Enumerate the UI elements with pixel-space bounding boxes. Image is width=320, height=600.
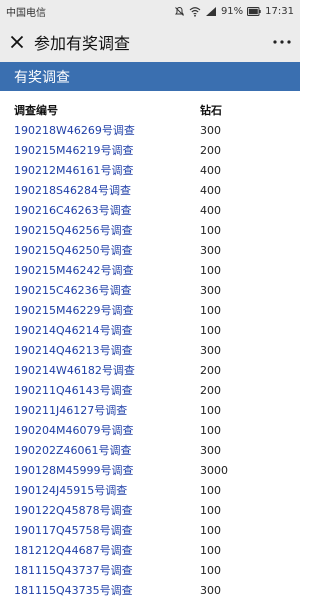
survey-link[interactable]: 190215M46229号调查 — [14, 302, 200, 318]
diamond-value: 300 — [200, 343, 221, 357]
diamond-value: 200 — [200, 383, 221, 397]
table-row: 190211J46127号调查 100 — [14, 400, 294, 420]
diamond-value: 400 — [200, 183, 221, 197]
diamond-value: 100 — [200, 403, 221, 417]
diamond-value: 100 — [200, 223, 221, 237]
column-header-diamonds: 钻石 — [200, 104, 222, 117]
diamond-value: 100 — [200, 303, 221, 317]
carrier-label: 中国电信 — [6, 7, 46, 19]
diamond-value: 100 — [200, 423, 221, 437]
survey-link[interactable]: 181212Q44687号调查 — [14, 542, 200, 558]
survey-link[interactable]: 190202Z46061号调查 — [14, 442, 200, 458]
survey-link[interactable]: 190215Q46250号调查 — [14, 242, 200, 258]
table-row: 190214Q46214号调查 100 — [14, 320, 294, 340]
table-row: 190216C46263号调查 400 — [14, 200, 294, 220]
diamond-value: 300 — [200, 123, 221, 137]
survey-link[interactable]: 190211J46127号调查 — [14, 402, 200, 418]
table-row: 190128M45999号调查 3000 — [14, 460, 294, 480]
diamond-value: 100 — [200, 503, 221, 517]
diamond-value: 100 — [200, 543, 221, 557]
diamond-value: 400 — [200, 163, 221, 177]
close-icon — [10, 35, 24, 49]
survey-link[interactable]: 190212M46161号调查 — [14, 162, 200, 178]
survey-link[interactable]: 190215M46242号调查 — [14, 262, 200, 278]
table-row: 181212Q44687号调查 100 — [14, 540, 294, 560]
table-row: 190122Q45878号调查 100 — [14, 500, 294, 520]
table-row: 181115Q43737号调查 100 — [14, 560, 294, 580]
survey-link[interactable]: 190122Q45878号调查 — [14, 502, 200, 518]
survey-link[interactable]: 190215C46236号调查 — [14, 282, 200, 298]
table-row: 190124J45915号调查 100 — [14, 480, 294, 500]
nav-bar: 参加有奖调查 — [0, 22, 300, 62]
table-row: 190215Q46256号调查 100 — [14, 220, 294, 240]
diamond-value: 100 — [200, 483, 221, 497]
more-icon — [273, 40, 291, 44]
table-row: 190117Q45758号调查 100 — [14, 520, 294, 540]
battery-percent: 91% — [220, 5, 244, 17]
table-row: 190204M46079号调查 100 — [14, 420, 294, 440]
table-row: 181115Q43735号调查 300 — [14, 580, 294, 600]
table-row: 190215M46242号调查 100 — [14, 260, 294, 280]
page-title: 参加有奖调查 — [34, 34, 131, 53]
diamond-value: 100 — [200, 323, 221, 337]
status-bar: 中国电信 91% 17:31 — [0, 0, 300, 22]
survey-link[interactable]: 181115Q43737号调查 — [14, 562, 200, 578]
survey-link[interactable]: 181115Q43735号调查 — [14, 582, 200, 598]
survey-table: 调查编号 钻石 190218W46269号调查 300 190215M46219号… — [14, 100, 294, 600]
signal-icon — [205, 6, 216, 16]
diamond-value: 300 — [200, 243, 221, 257]
survey-link[interactable]: 190214Q46214号调查 — [14, 322, 200, 338]
table-row: 190211Q46143号调查 200 — [14, 380, 294, 400]
survey-link[interactable]: 190204M46079号调查 — [14, 422, 200, 438]
diamond-value: 100 — [200, 523, 221, 537]
column-header-id: 调查编号 — [14, 104, 58, 117]
table-row: 190214Q46213号调查 300 — [14, 340, 294, 360]
mute-icon — [175, 6, 184, 16]
battery-icon — [247, 6, 261, 16]
survey-link[interactable]: 190211Q46143号调查 — [14, 382, 200, 398]
clock: 17:31 — [265, 5, 294, 17]
diamond-value: 100 — [200, 563, 221, 577]
table-row: 190218W46269号调查 300 — [14, 120, 294, 140]
survey-link[interactable]: 190214W46182号调查 — [14, 362, 200, 378]
table-row: 190212M46161号调查 400 — [14, 160, 294, 180]
diamond-value: 300 — [200, 583, 221, 597]
survey-link[interactable]: 190128M45999号调查 — [14, 462, 200, 478]
survey-link[interactable]: 190215Q46256号调查 — [14, 222, 200, 238]
diamond-value: 300 — [200, 443, 221, 457]
table-row: 190202Z46061号调查 300 — [14, 440, 294, 460]
wifi-icon — [189, 6, 201, 17]
table-row: 190218S46284号调查 400 — [14, 180, 294, 200]
diamond-value: 300 — [200, 283, 221, 297]
table-row: 190215Q46250号调查 300 — [14, 240, 294, 260]
table-row: 190215C46236号调查 300 — [14, 280, 294, 300]
survey-link[interactable]: 190124J45915号调查 — [14, 482, 200, 498]
diamond-value: 100 — [200, 263, 221, 277]
survey-link[interactable]: 190218W46269号调查 — [14, 122, 200, 138]
table-row: 190214W46182号调查 200 — [14, 360, 294, 380]
table-row: 190215M46229号调查 100 — [14, 300, 294, 320]
close-button[interactable] — [0, 22, 34, 62]
table-header-row: 调查编号 钻石 — [14, 100, 294, 120]
survey-link[interactable]: 190117Q45758号调查 — [14, 522, 200, 538]
diamond-value: 200 — [200, 363, 221, 377]
survey-link[interactable]: 190218S46284号调查 — [14, 182, 200, 198]
diamond-value: 3000 — [200, 463, 228, 477]
more-button[interactable] — [264, 22, 300, 62]
status-icons: 91% 17:31 — [174, 6, 294, 17]
table-row: 190215M46219号调查 200 — [14, 140, 294, 160]
diamond-value: 200 — [200, 143, 221, 157]
survey-link[interactable]: 190216C46263号调查 — [14, 202, 200, 218]
survey-link[interactable]: 190214Q46213号调查 — [14, 342, 200, 358]
diamond-value: 400 — [200, 203, 221, 217]
survey-link[interactable]: 190215M46219号调查 — [14, 142, 200, 158]
section-header: 有奖调查 — [0, 62, 300, 91]
